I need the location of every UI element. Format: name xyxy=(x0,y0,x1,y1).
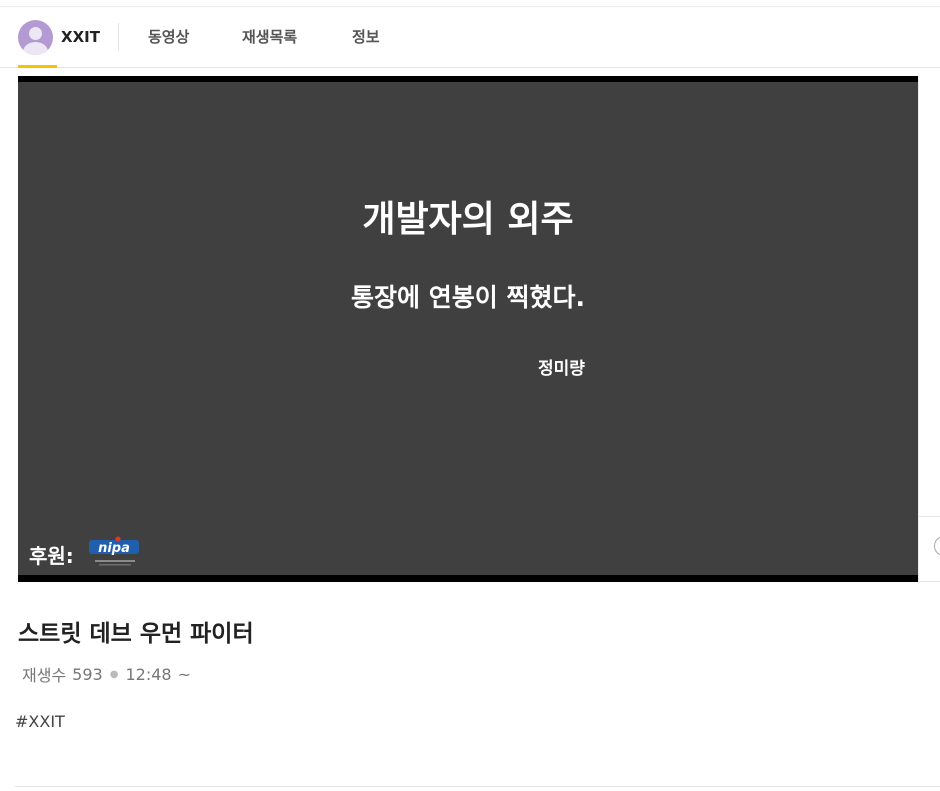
section-divider xyxy=(15,786,940,787)
duration: 12:48 xyxy=(125,664,172,684)
tab-info[interactable]: 정보 xyxy=(352,7,380,67)
active-tab-indicator xyxy=(18,65,57,68)
slide-title: 개발자의 외주 xyxy=(362,199,574,240)
top-navigation-bar: XXIT 동영상 재생목록 정보 xyxy=(0,6,940,68)
sponsor-logo-icon: nipa xyxy=(89,536,139,566)
views-label: 재생수 xyxy=(22,666,67,685)
carousel-edge xyxy=(918,76,940,582)
video-meta: 재생수 593 ● 12:48 ~ xyxy=(22,662,191,686)
channel-home-link[interactable]: XXIT xyxy=(18,7,100,67)
video-thumbnail[interactable]: 개발자의 외주 통장에 연봉이 찍혔다. 정미량 후원: nipa xyxy=(18,82,918,575)
meta-separator: ● xyxy=(109,668,119,680)
tab-videos[interactable]: 동영상 xyxy=(148,7,189,67)
hashtag-link[interactable]: #XXIT xyxy=(15,712,65,731)
channel-name: XXIT xyxy=(61,28,100,46)
sponsor-logo-text: nipa xyxy=(98,541,130,556)
next-arrow-icon[interactable] xyxy=(934,536,940,556)
sponsor-label: 후원: xyxy=(29,544,74,568)
views-count: 593 xyxy=(72,664,103,684)
slide-author: 정미량 xyxy=(538,359,585,379)
tab-playlists[interactable]: 재생목록 xyxy=(242,7,297,67)
avatar-icon xyxy=(18,19,53,55)
duration-tilde: ~ xyxy=(177,664,191,684)
nav-divider xyxy=(118,23,119,51)
slide-subtitle: 통장에 연봉이 찍혔다. xyxy=(351,283,585,312)
video-player[interactable]: 개발자의 외주 통장에 연봉이 찍혔다. 정미량 후원: nipa xyxy=(18,76,918,582)
video-title[interactable]: 스트릿 데브 우먼 파이터 xyxy=(18,614,254,648)
